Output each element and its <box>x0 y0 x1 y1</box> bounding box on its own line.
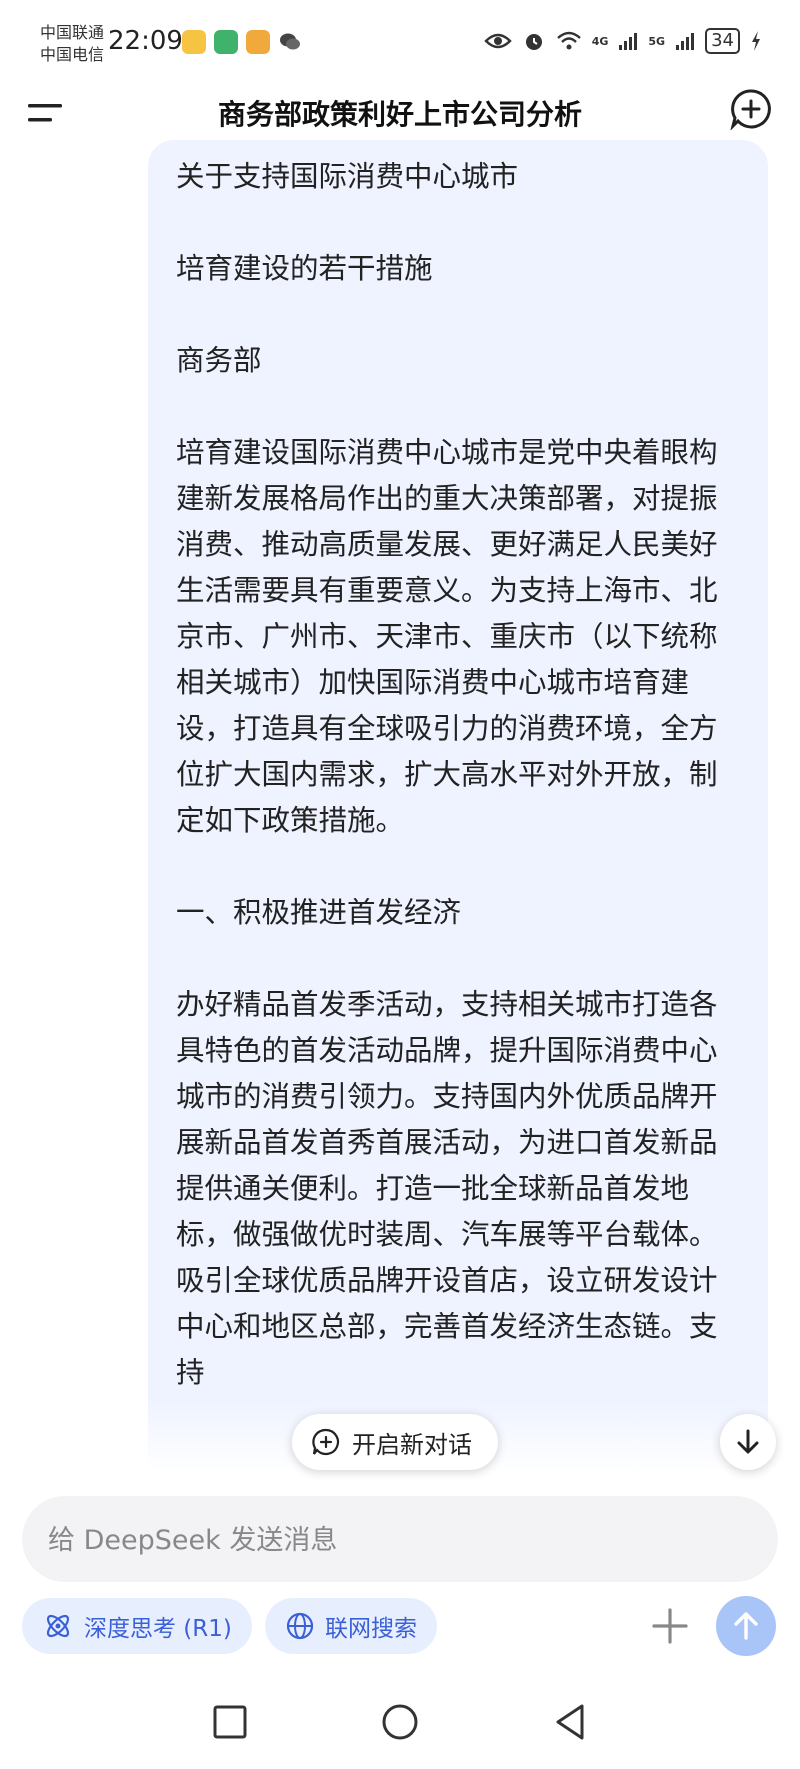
wechat-icon <box>280 33 300 50</box>
message-composer <box>22 1496 778 1584</box>
scroll-to-bottom-button[interactable] <box>720 1414 776 1470</box>
signal-icon <box>676 33 695 50</box>
map-app-icon <box>214 30 238 54</box>
carrier-info: 中国联通 中国电信 <box>40 22 104 66</box>
signal-4g-label: 4G <box>591 34 609 48</box>
charging-icon <box>752 31 760 51</box>
notification-app-icon <box>182 30 206 54</box>
new-chat-button[interactable]: 开启新对话 <box>292 1414 498 1470</box>
send-button[interactable] <box>716 1596 776 1656</box>
message-paragraph: 办好精品首发季活动，支持相关城市打造各具特色的首发活动品牌，提升国际消费中心城市… <box>176 988 718 1389</box>
page-title: 商务部政策利好上市公司分析 <box>217 98 582 131</box>
globe-icon <box>286 1612 314 1640</box>
web-search-label: 联网搜索 <box>325 1616 417 1642</box>
atom-icon <box>46 1614 70 1638</box>
eye-icon <box>484 33 512 49</box>
alarm-icon <box>525 34 542 50</box>
arrow-up-icon <box>734 1612 758 1640</box>
new-chat-label: 开启新对话 <box>352 1430 472 1459</box>
status-bar: 中国联通 中国电信 22:09 4G 5G 34 <box>0 0 800 90</box>
message-input[interactable] <box>46 1496 750 1584</box>
message-paragraph: 关于支持国际消费中心城市 <box>176 160 519 193</box>
new-chat-icon[interactable] <box>730 88 772 130</box>
status-time: 22:09 <box>108 26 183 56</box>
deep-think-toggle[interactable]: 深度思考 (R1) <box>22 1598 252 1654</box>
signal-icon <box>619 33 638 50</box>
web-search-toggle[interactable]: 联网搜索 <box>265 1598 437 1654</box>
user-message-bubble: 关于支持国际消费中心城市 培育建设的若干措施 商务部 培育建设国际消费中心城市是… <box>148 140 768 1480</box>
message-paragraph: 商务部 <box>176 344 262 377</box>
arrow-down-icon <box>737 1429 759 1454</box>
system-nav-bar <box>0 1690 800 1769</box>
new-chat-icon <box>312 1428 340 1456</box>
message-paragraph: 培育建设的若干措施 <box>176 252 433 285</box>
message-text: 关于支持国际消费中心城市 培育建设的若干措施 商务部 培育建设国际消费中心城市是… <box>148 140 768 1396</box>
message-paragraph: 培育建设国际消费中心城市是党中央着眼构建新发展格局作出的重大决策部署，对提振消费… <box>176 436 718 837</box>
carrier-2: 中国电信 <box>40 45 105 64</box>
deep-think-label: 深度思考 (R1) <box>84 1616 232 1642</box>
status-right: 4G 5G 34 <box>484 28 762 54</box>
wifi-icon <box>556 31 581 50</box>
message-paragraph: 一、积极推进首发经济 <box>176 896 462 929</box>
shopping-app-icon <box>246 30 270 54</box>
signal-5g-label: 5G <box>648 34 666 48</box>
recents-square-icon[interactable] <box>206 1698 254 1746</box>
back-triangle-icon[interactable] <box>546 1698 594 1746</box>
home-circle-icon[interactable] <box>376 1698 424 1746</box>
attach-plus-icon[interactable] <box>648 1604 692 1648</box>
carrier-1: 中国联通 <box>40 23 105 42</box>
battery-icon: 34 <box>705 28 740 54</box>
notification-icons <box>182 30 302 54</box>
